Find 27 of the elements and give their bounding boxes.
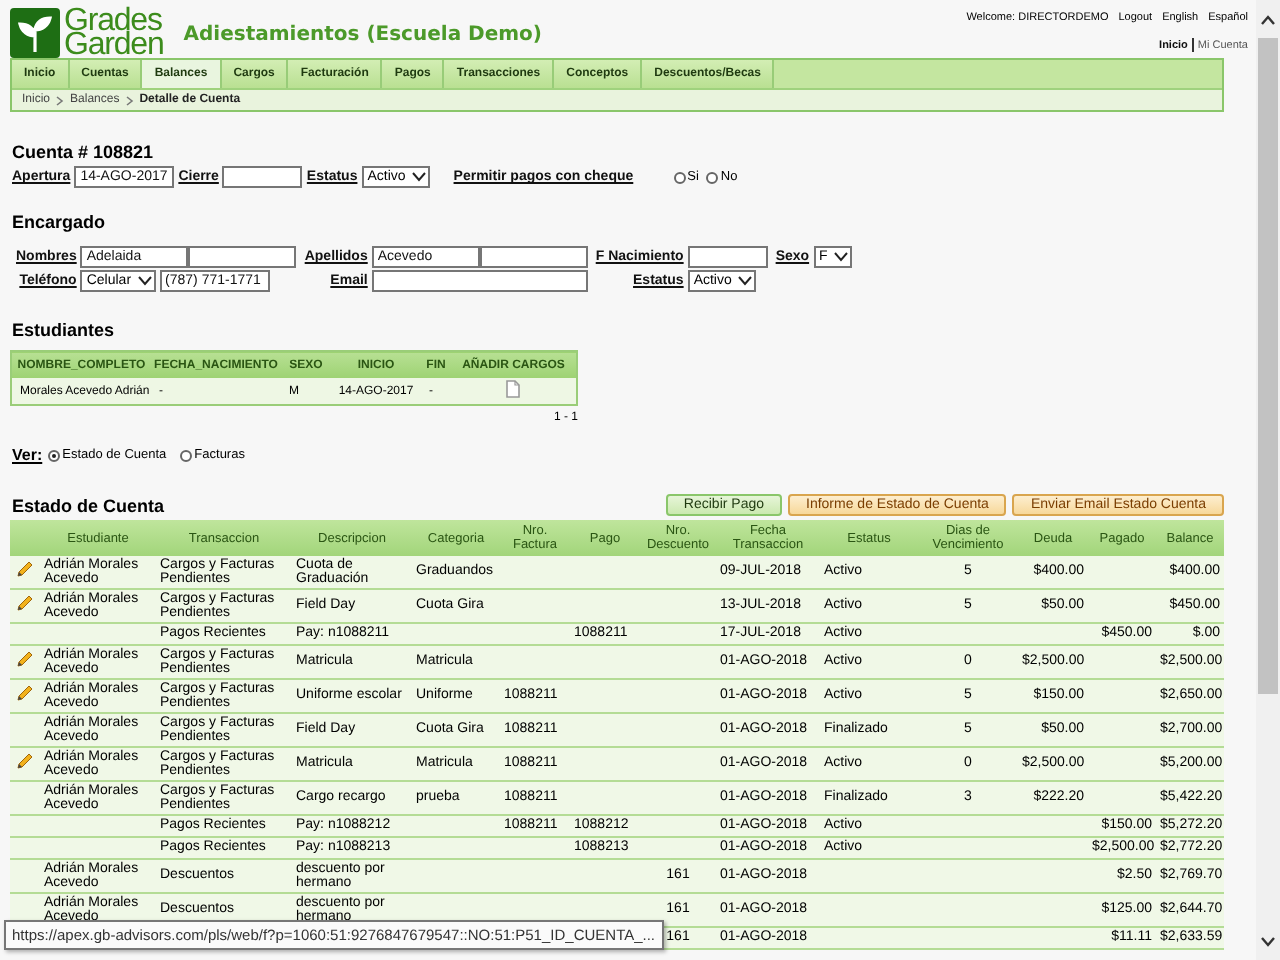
caret-icon bbox=[411, 172, 426, 182]
caret-icon bbox=[137, 276, 152, 286]
scroll-up-icon bbox=[1260, 14, 1276, 26]
section-title: Cuenta # 108821 bbox=[12, 142, 156, 162]
input-field[interactable] bbox=[222, 166, 303, 188]
caret-icon bbox=[833, 252, 848, 262]
chevron-icon bbox=[56, 95, 65, 105]
field-label: Ver: bbox=[12, 446, 43, 464]
document-icon bbox=[506, 380, 521, 398]
input-field[interactable] bbox=[188, 246, 297, 268]
logo-text: Grades Garden bbox=[64, 9, 164, 57]
logo-icon bbox=[10, 8, 60, 58]
radio-button[interactable] bbox=[706, 171, 719, 183]
radio-button[interactable] bbox=[180, 449, 193, 461]
scrollbar-thumb[interactable] bbox=[1258, 38, 1278, 694]
input-field[interactable] bbox=[479, 246, 588, 268]
input-field[interactable] bbox=[687, 246, 768, 268]
scroll-down-icon bbox=[1260, 936, 1276, 948]
input-field[interactable] bbox=[371, 270, 588, 292]
section-title: Estado de Cuenta bbox=[10, 496, 165, 516]
section-title: Estudiantes bbox=[12, 320, 117, 340]
radio-button[interactable] bbox=[673, 171, 686, 183]
app-title: Adiestamientos (Escuela Demo) bbox=[183, 24, 542, 50]
section-title: Encargado bbox=[12, 212, 108, 232]
chevron-icon bbox=[125, 95, 134, 105]
radio-button[interactable] bbox=[48, 449, 61, 461]
caret-icon bbox=[737, 276, 752, 286]
